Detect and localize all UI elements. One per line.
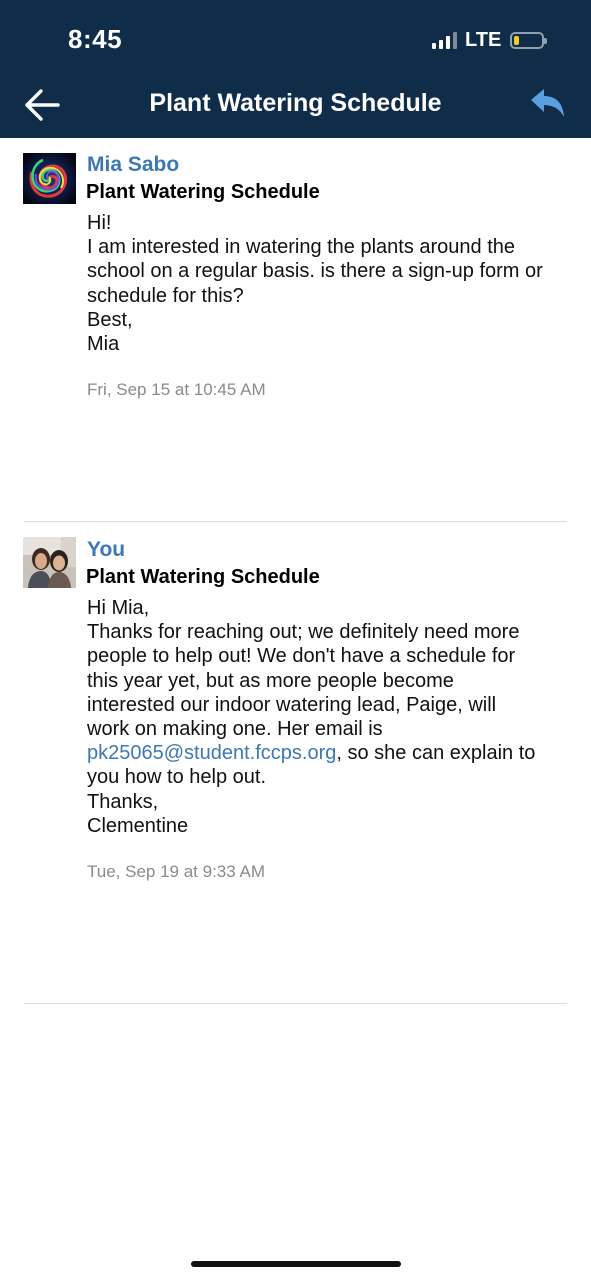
message-item[interactable]: Mia Sabo Plant Watering Schedule Hi! I a… — [0, 150, 591, 522]
signal-icon — [432, 31, 457, 49]
body-line: Mia — [87, 333, 120, 356]
body-line: this year yet, but as more people become — [87, 669, 454, 692]
sender-name: Mia Sabo — [87, 153, 180, 176]
message-subject: Plant Watering Schedule — [86, 566, 320, 588]
back-arrow-icon[interactable] — [22, 86, 62, 124]
body-line: Best, — [87, 308, 133, 331]
body-line: Thanks for reaching out; we definitely n… — [87, 621, 520, 644]
page-title: Plant Watering Schedule — [149, 89, 442, 117]
body-line: Hi Mia, — [87, 597, 150, 619]
message-body: Hi Mia, Thanks for reaching out; we defi… — [87, 596, 582, 838]
message-timestamp: Tue, Sep 19 at 9:33 AM — [87, 862, 265, 881]
body-line: work on making one. Her email is — [87, 718, 383, 741]
status-indicators: LTE — [432, 28, 548, 52]
message-subject: Plant Watering Schedule — [86, 181, 320, 203]
body-line: Hi! — [87, 212, 112, 234]
message-body: Hi! I am interested in watering the plan… — [87, 211, 582, 356]
body-line: pk25065@student.fccps.org, so she can ex… — [87, 741, 582, 765]
message-timestamp: Fri, Sep 15 at 10:45 AM — [87, 380, 266, 399]
sender-name: You — [87, 538, 126, 561]
message-divider — [24, 1003, 567, 1004]
body-line: interested our indoor watering lead, Pai… — [87, 693, 497, 716]
status-time: 8:45 — [68, 24, 123, 54]
body-line: people to help out! We don't have a sche… — [87, 645, 516, 668]
body-line: school on a regular basis. is there a si… — [87, 260, 543, 283]
reply-icon[interactable] — [527, 86, 567, 122]
body-line: Clementine — [87, 814, 189, 837]
network-type: LTE — [465, 28, 502, 51]
sender-avatar — [23, 153, 76, 204]
body-line: I am interested in watering the plants a… — [87, 236, 516, 259]
body-line: you how to help out. — [87, 766, 267, 789]
message-item[interactable]: You Plant Watering Schedule Hi Mia, Than… — [0, 535, 591, 1003]
battery-icon — [510, 31, 548, 49]
email-link[interactable]: pk25065@student.fccps.org — [87, 742, 336, 764]
body-line: schedule for this? — [87, 284, 244, 307]
body-line-suffix: , so she can explain to — [336, 742, 536, 765]
top-bar: 8:45 LTE Plant Watering Schedule — [0, 0, 591, 138]
home-indicator[interactable] — [191, 1261, 401, 1267]
body-line: Thanks, — [87, 790, 159, 813]
message-divider — [24, 521, 567, 522]
sender-avatar — [23, 537, 76, 588]
